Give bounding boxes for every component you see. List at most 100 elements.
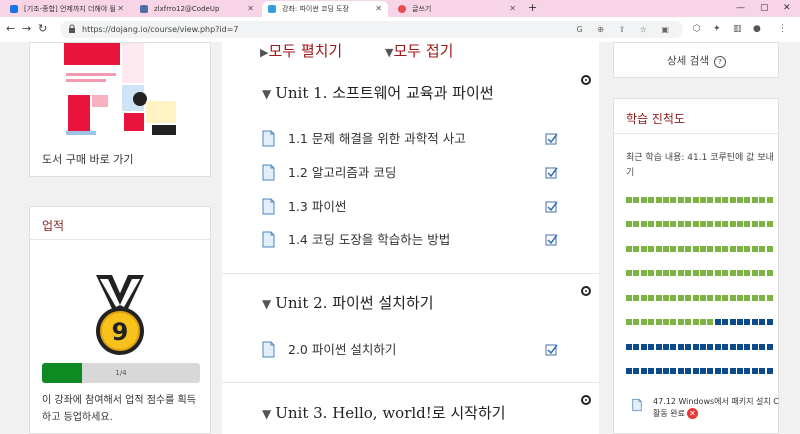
progress-cell[interactable]	[677, 270, 684, 277]
progress-cell[interactable]	[670, 197, 677, 203]
progress-cell[interactable]	[663, 343, 669, 350]
progress-cell[interactable]	[692, 245, 699, 252]
progress-cell[interactable]	[640, 270, 647, 277]
unit-1-header[interactable]: ▼ Unit 1. 소프트웨어 교육과 파이썬	[262, 82, 494, 103]
progress-cell[interactable]	[707, 294, 714, 301]
progress-cell[interactable]	[655, 294, 662, 301]
progress-cell[interactable]	[685, 367, 692, 374]
reload-icon[interactable]: ↻	[38, 21, 47, 37]
progress-cell[interactable]	[737, 197, 743, 203]
progress-cell[interactable]	[677, 319, 684, 326]
expand-all-link[interactable]: ▶모두 펼치기	[260, 42, 342, 61]
progress-cell[interactable]	[722, 245, 729, 252]
progress-cell[interactable]	[759, 221, 766, 228]
progress-cell[interactable]	[692, 221, 699, 228]
omnibox-action-icons[interactable]: G ⊕ ⇪ ☆ ▣	[576, 21, 675, 38]
progress-cell[interactable]	[766, 197, 773, 203]
progress-cell[interactable]	[648, 343, 655, 350]
progress-cell[interactable]	[648, 367, 655, 374]
progress-cell[interactable]	[640, 221, 647, 228]
book-buy-link[interactable]: 도서 구매 바로 가기	[42, 151, 133, 167]
address-bar[interactable]: https://dojang.io/course/view.php?id=7 G…	[60, 21, 683, 38]
progress-cell[interactable]	[685, 245, 692, 252]
progress-cell[interactable]	[677, 367, 684, 374]
progress-cell[interactable]	[626, 197, 632, 203]
progress-cell[interactable]	[707, 270, 714, 277]
progress-cell[interactable]	[737, 221, 743, 228]
completed-check-icon[interactable]	[545, 233, 558, 246]
progress-cell[interactable]	[700, 294, 706, 301]
progress-cell[interactable]	[714, 245, 721, 252]
progress-cell[interactable]	[700, 367, 706, 374]
progress-cell[interactable]	[729, 319, 736, 326]
tab-close-icon[interactable]: ✕	[509, 1, 516, 17]
progress-cell[interactable]	[707, 221, 714, 228]
unit-1-radio[interactable]	[581, 75, 591, 85]
progress-cell[interactable]	[633, 245, 640, 252]
progress-cell[interactable]	[766, 221, 773, 228]
book-cover-image[interactable]	[62, 43, 182, 139]
progress-cell[interactable]	[692, 294, 699, 301]
browser-tab-1[interactable]: [기조-종합] 언제까지 더해야 될 ✕	[4, 1, 130, 17]
progress-cell[interactable]	[633, 343, 640, 350]
progress-cell[interactable]	[729, 367, 736, 374]
completed-check-icon[interactable]	[545, 132, 558, 145]
progress-cell[interactable]	[663, 319, 669, 326]
progress-cell[interactable]	[744, 294, 751, 301]
progress-cell[interactable]	[737, 294, 743, 301]
progress-cell[interactable]	[759, 270, 766, 277]
progress-cell[interactable]	[707, 367, 714, 374]
close-badge-icon[interactable]: ✕	[686, 408, 698, 419]
progress-cell[interactable]	[759, 245, 766, 252]
progress-cell[interactable]	[685, 343, 692, 350]
progress-cell[interactable]	[766, 245, 773, 252]
tab-close-icon[interactable]: ✕	[117, 1, 124, 17]
progress-cell[interactable]	[692, 319, 699, 326]
lesson-item[interactable]: 1.3 파이썬	[262, 198, 562, 218]
forward-icon[interactable]: →	[22, 21, 31, 37]
progress-cell[interactable]	[766, 367, 773, 374]
progress-cell[interactable]	[633, 197, 640, 203]
progress-cell[interactable]	[640, 367, 647, 374]
progress-cell[interactable]	[714, 221, 721, 228]
recent-activity-item[interactable]: 47.12 Windows에서 패키지 설치 C 활동 완료 ✕	[626, 395, 780, 425]
progress-cell[interactable]	[663, 270, 669, 277]
progress-cell[interactable]	[685, 197, 692, 203]
completed-check-icon[interactable]	[545, 343, 558, 356]
progress-cell[interactable]	[677, 197, 684, 203]
tab-close-icon[interactable]: ✕	[375, 1, 382, 17]
puzzle-icon[interactable]: ✦	[713, 24, 721, 35]
detail-search-link[interactable]: 상세 검색?	[667, 53, 726, 68]
collapse-all-link[interactable]: ▼모두 접기	[385, 42, 453, 61]
progress-cell[interactable]	[751, 270, 758, 277]
progress-cell[interactable]	[759, 319, 766, 326]
progress-cell[interactable]	[692, 343, 699, 350]
progress-cell[interactable]	[655, 367, 662, 374]
lesson-item[interactable]: 2.0 파이썬 설치하기	[262, 341, 562, 361]
progress-cell[interactable]	[633, 221, 640, 228]
progress-cell[interactable]	[751, 245, 758, 252]
progress-cell[interactable]	[729, 270, 736, 277]
progress-cell[interactable]	[751, 343, 758, 350]
progress-cell[interactable]	[663, 294, 669, 301]
progress-cell[interactable]	[663, 367, 669, 374]
progress-cell[interactable]	[655, 197, 662, 203]
progress-cell[interactable]	[626, 343, 632, 350]
progress-cell[interactable]	[751, 294, 758, 301]
progress-cell[interactable]	[729, 221, 736, 228]
minimize-icon[interactable]: —	[736, 0, 745, 16]
progress-cell[interactable]	[640, 319, 647, 326]
lesson-item[interactable]: 1.2 알고리즘과 코딩	[262, 164, 562, 184]
progress-cell[interactable]	[663, 197, 669, 203]
progress-cell[interactable]	[633, 270, 640, 277]
progress-cell[interactable]	[677, 245, 684, 252]
sidebar-icon[interactable]: ▥	[733, 24, 742, 35]
progress-cell[interactable]	[714, 270, 721, 277]
progress-cell[interactable]	[744, 270, 751, 277]
progress-cell[interactable]	[729, 197, 736, 203]
progress-cell[interactable]	[648, 319, 655, 326]
progress-cell[interactable]	[759, 197, 766, 203]
new-tab-icon[interactable]: +	[528, 0, 537, 16]
unit-3-radio[interactable]	[581, 395, 591, 405]
progress-cell[interactable]	[677, 343, 684, 350]
